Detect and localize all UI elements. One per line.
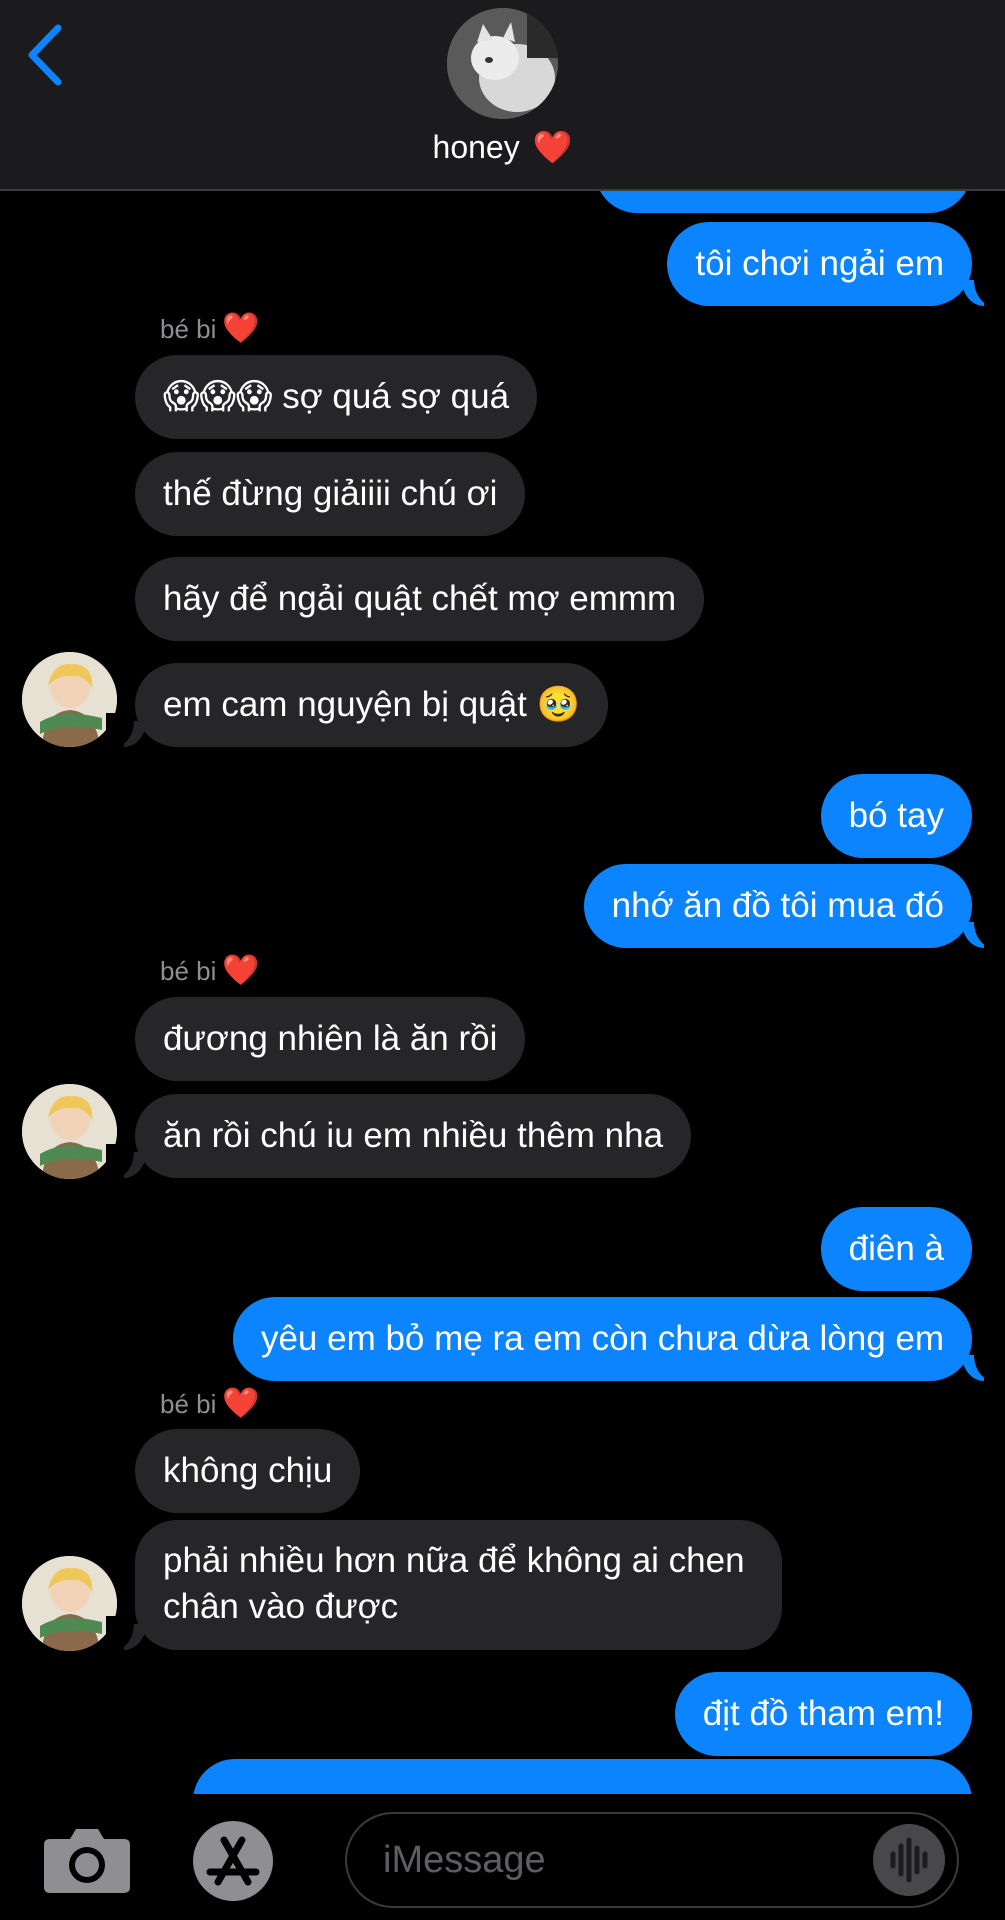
sender-name: bé bi ❤️ xyxy=(160,1386,260,1421)
conversation-header: honey ❤️ xyxy=(0,0,1005,191)
message-bubble-sent[interactable]: điên à xyxy=(820,1207,972,1291)
message-bubble-received[interactable]: đương nhiên là ăn rồi xyxy=(135,997,526,1081)
message-bubble-received[interactable]: không chịu xyxy=(135,1429,361,1513)
message-bubble-received[interactable]: hãy để ngải quật chết mợ emmm xyxy=(135,557,705,641)
anime-avatar-icon xyxy=(22,652,117,747)
message-input-placeholder: iMessage xyxy=(383,1839,546,1881)
camera-icon xyxy=(44,1829,130,1893)
anime-avatar-icon xyxy=(22,1556,117,1651)
back-button[interactable] xyxy=(22,22,66,88)
message-bubble-sent[interactable] xyxy=(595,191,971,213)
message-input[interactable]: iMessage xyxy=(345,1812,959,1908)
sender-avatar[interactable] xyxy=(22,652,117,747)
message-bubble-sent[interactable]: nhớ ăn đồ tôi mua đó xyxy=(583,864,972,948)
camera-button[interactable] xyxy=(42,1823,132,1895)
sender-name-text: bé bi xyxy=(160,314,217,344)
sender-avatar[interactable] xyxy=(22,1556,117,1651)
bubble-tail xyxy=(962,272,1002,306)
sender-name: bé bi ❤️ xyxy=(160,311,260,346)
app-store-button[interactable] xyxy=(190,1818,276,1904)
bubble-tail xyxy=(106,1144,146,1178)
audio-waveform-icon xyxy=(873,1824,945,1896)
bubble-tail xyxy=(962,1347,1002,1381)
message-text: hãy để ngải quật chết mợ emmm xyxy=(163,579,677,618)
message-bubble-received[interactable]: thế đừng giảiiii chú ơi xyxy=(135,452,526,536)
contact-name-text: honey xyxy=(432,129,520,165)
cat-photo-icon xyxy=(447,8,558,119)
message-text: nhớ ăn đồ tôi mua đó xyxy=(611,886,944,925)
message-bubble-sent[interactable]: bó tay xyxy=(820,774,972,858)
message-list[interactable]: tôi chơi ngải em bé bi ❤️ 😱😱😱 sợ quá sợ q… xyxy=(0,191,1005,1794)
sender-name-text: bé bi xyxy=(160,1389,217,1419)
message-text: điên à xyxy=(848,1229,944,1268)
message-text: phải nhiều hơn nữa để không ai chen chân… xyxy=(163,1541,745,1626)
heart-icon: ❤️ xyxy=(532,128,573,166)
pleading-emoji: 🥹 xyxy=(536,685,581,725)
bubble-tail xyxy=(106,713,146,747)
message-bubble-sent[interactable] xyxy=(193,1759,972,1794)
contact-avatar[interactable] xyxy=(447,8,558,119)
bubble-tail xyxy=(106,1616,146,1650)
message-text: bó tay xyxy=(848,796,944,835)
contact-name[interactable]: honey ❤️ xyxy=(0,128,1005,166)
message-bubble-received[interactable]: 😱😱😱 sợ quá sợ quá xyxy=(135,355,538,439)
anime-avatar-icon xyxy=(22,1084,117,1179)
heart-icon: ❤️ xyxy=(222,1386,260,1421)
message-text: thế đừng giảiiii chú ơi xyxy=(163,474,498,513)
message-text: em cam nguyện bị quật xyxy=(163,685,527,724)
audio-record-button[interactable] xyxy=(873,1824,945,1896)
message-text: sợ quá sợ quá xyxy=(282,377,510,416)
heart-icon: ❤️ xyxy=(222,311,260,346)
message-text: đương nhiên là ăn rồi xyxy=(163,1019,498,1058)
message-text: tôi chơi ngải em xyxy=(695,244,944,283)
message-bubble-sent[interactable]: yêu em bỏ mẹ ra em còn chưa dừa lòng em xyxy=(232,1297,972,1381)
message-bubble-received[interactable]: ăn rồi chú iu em nhiều thêm nha xyxy=(135,1094,692,1178)
compose-bar: iMessage xyxy=(0,1794,1005,1920)
sender-name-text: bé bi xyxy=(160,956,217,986)
heart-icon: ❤️ xyxy=(222,953,260,988)
sender-name: bé bi ❤️ xyxy=(160,953,260,988)
chevron-left-icon xyxy=(28,24,62,86)
message-bubble-sent[interactable]: tôi chơi ngải em xyxy=(667,222,972,306)
message-bubble-received[interactable]: phải nhiều hơn nữa để không ai chen chân… xyxy=(135,1520,782,1650)
scream-emoji: 😱😱😱 xyxy=(163,377,273,417)
message-text: yêu em bỏ mẹ ra em còn chưa dừa lòng em xyxy=(260,1319,944,1358)
app-store-icon xyxy=(193,1821,273,1901)
message-bubble-sent[interactable]: địt đồ tham em! xyxy=(674,1672,972,1756)
message-bubble-received[interactable]: em cam nguyện bị quật 🥹 xyxy=(135,663,609,747)
message-text: không chịu xyxy=(163,1451,333,1490)
sender-avatar[interactable] xyxy=(22,1084,117,1179)
message-text: ăn rồi chú iu em nhiều thêm nha xyxy=(163,1116,664,1155)
message-text: địt đồ tham em! xyxy=(702,1694,944,1733)
bubble-tail xyxy=(962,914,1002,948)
